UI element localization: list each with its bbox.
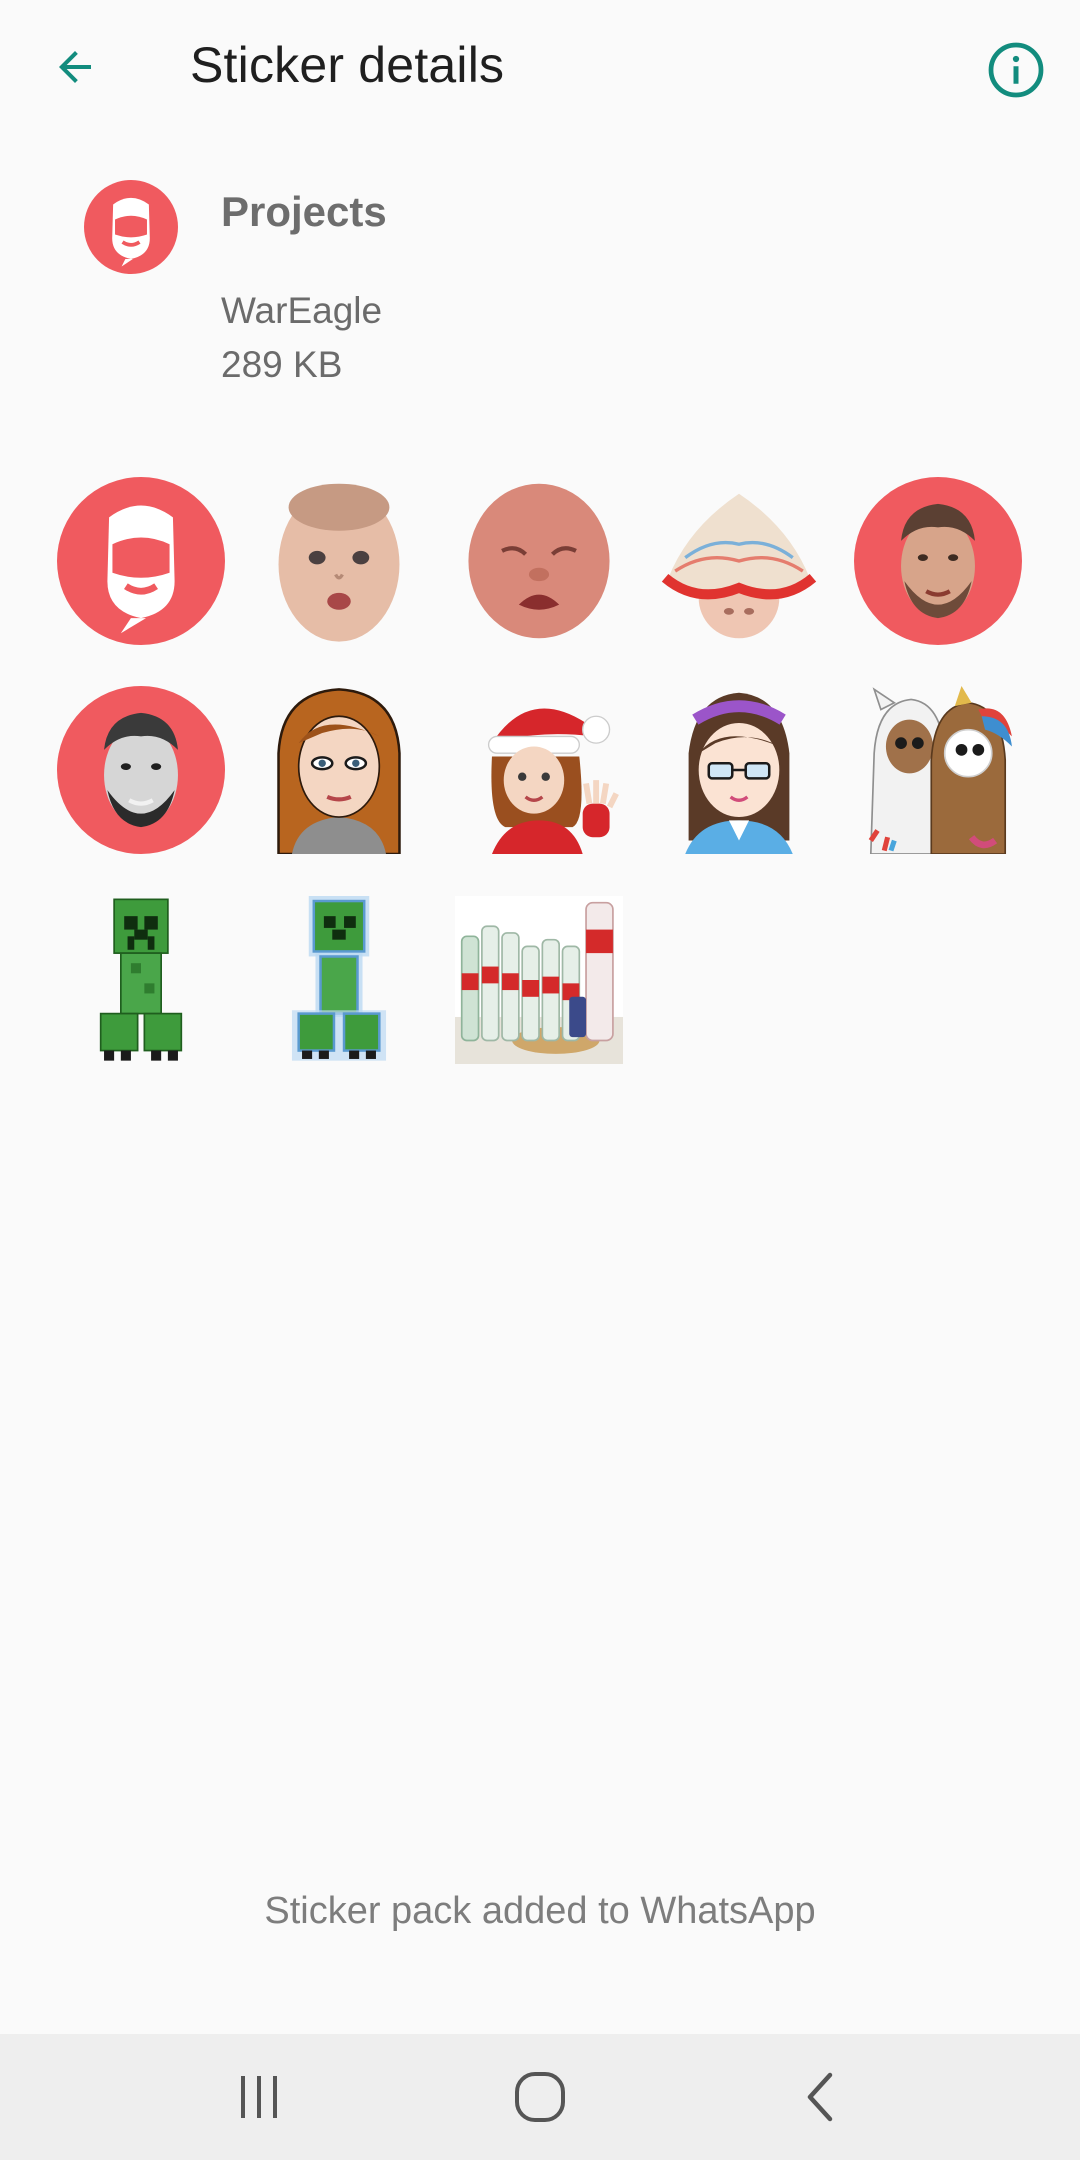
mask-face-sticker [57, 477, 225, 645]
santa-woman-avatar-sticker [487, 708, 619, 854]
sticker-grid [0, 0, 1080, 1100]
bottles-photo-sticker [455, 896, 623, 1064]
nav-back-button[interactable] [770, 2054, 870, 2140]
sticker-item[interactable] [57, 477, 225, 645]
sticker-item[interactable] [455, 477, 623, 645]
baby-face-sticker [278, 483, 400, 642]
creeper-blue-sticker [291, 896, 387, 1061]
man-face-bw-round-sticker [57, 686, 225, 854]
home-icon [515, 2072, 565, 2122]
sticker-item[interactable] [655, 686, 823, 854]
recents-icon [241, 2076, 277, 2118]
man-face-round-sticker [854, 477, 1022, 645]
groot-unicorn-sticker [868, 686, 1012, 854]
creeper-sticker [99, 898, 183, 1061]
status-message: Sticker pack added to WhatsApp [264, 1890, 816, 1932]
sticker-item[interactable] [57, 686, 225, 854]
woman-avatar-sticker [277, 688, 401, 854]
sticker-item[interactable] [655, 477, 823, 645]
home-button[interactable] [490, 2054, 590, 2140]
sticker-item[interactable] [455, 896, 623, 1064]
sticker-item[interactable] [255, 477, 423, 645]
system-nav-bar [0, 2034, 1080, 2160]
sticker-item[interactable] [255, 686, 423, 854]
sticker-item[interactable] [854, 686, 1022, 854]
anime-girl-sticker [685, 692, 793, 854]
sticker-item[interactable] [455, 686, 623, 854]
back-chevron-icon [807, 2072, 833, 2122]
sticker-details-screen: Sticker details Projects WarEagle 289 KB [0, 0, 1080, 2160]
sticker-item[interactable] [57, 896, 225, 1064]
baby-sunhat-sticker [661, 493, 817, 639]
recents-button[interactable] [209, 2054, 309, 2140]
crying-baby-sticker [468, 483, 610, 639]
sticker-item[interactable] [255, 896, 423, 1064]
sticker-item[interactable] [854, 477, 1022, 645]
